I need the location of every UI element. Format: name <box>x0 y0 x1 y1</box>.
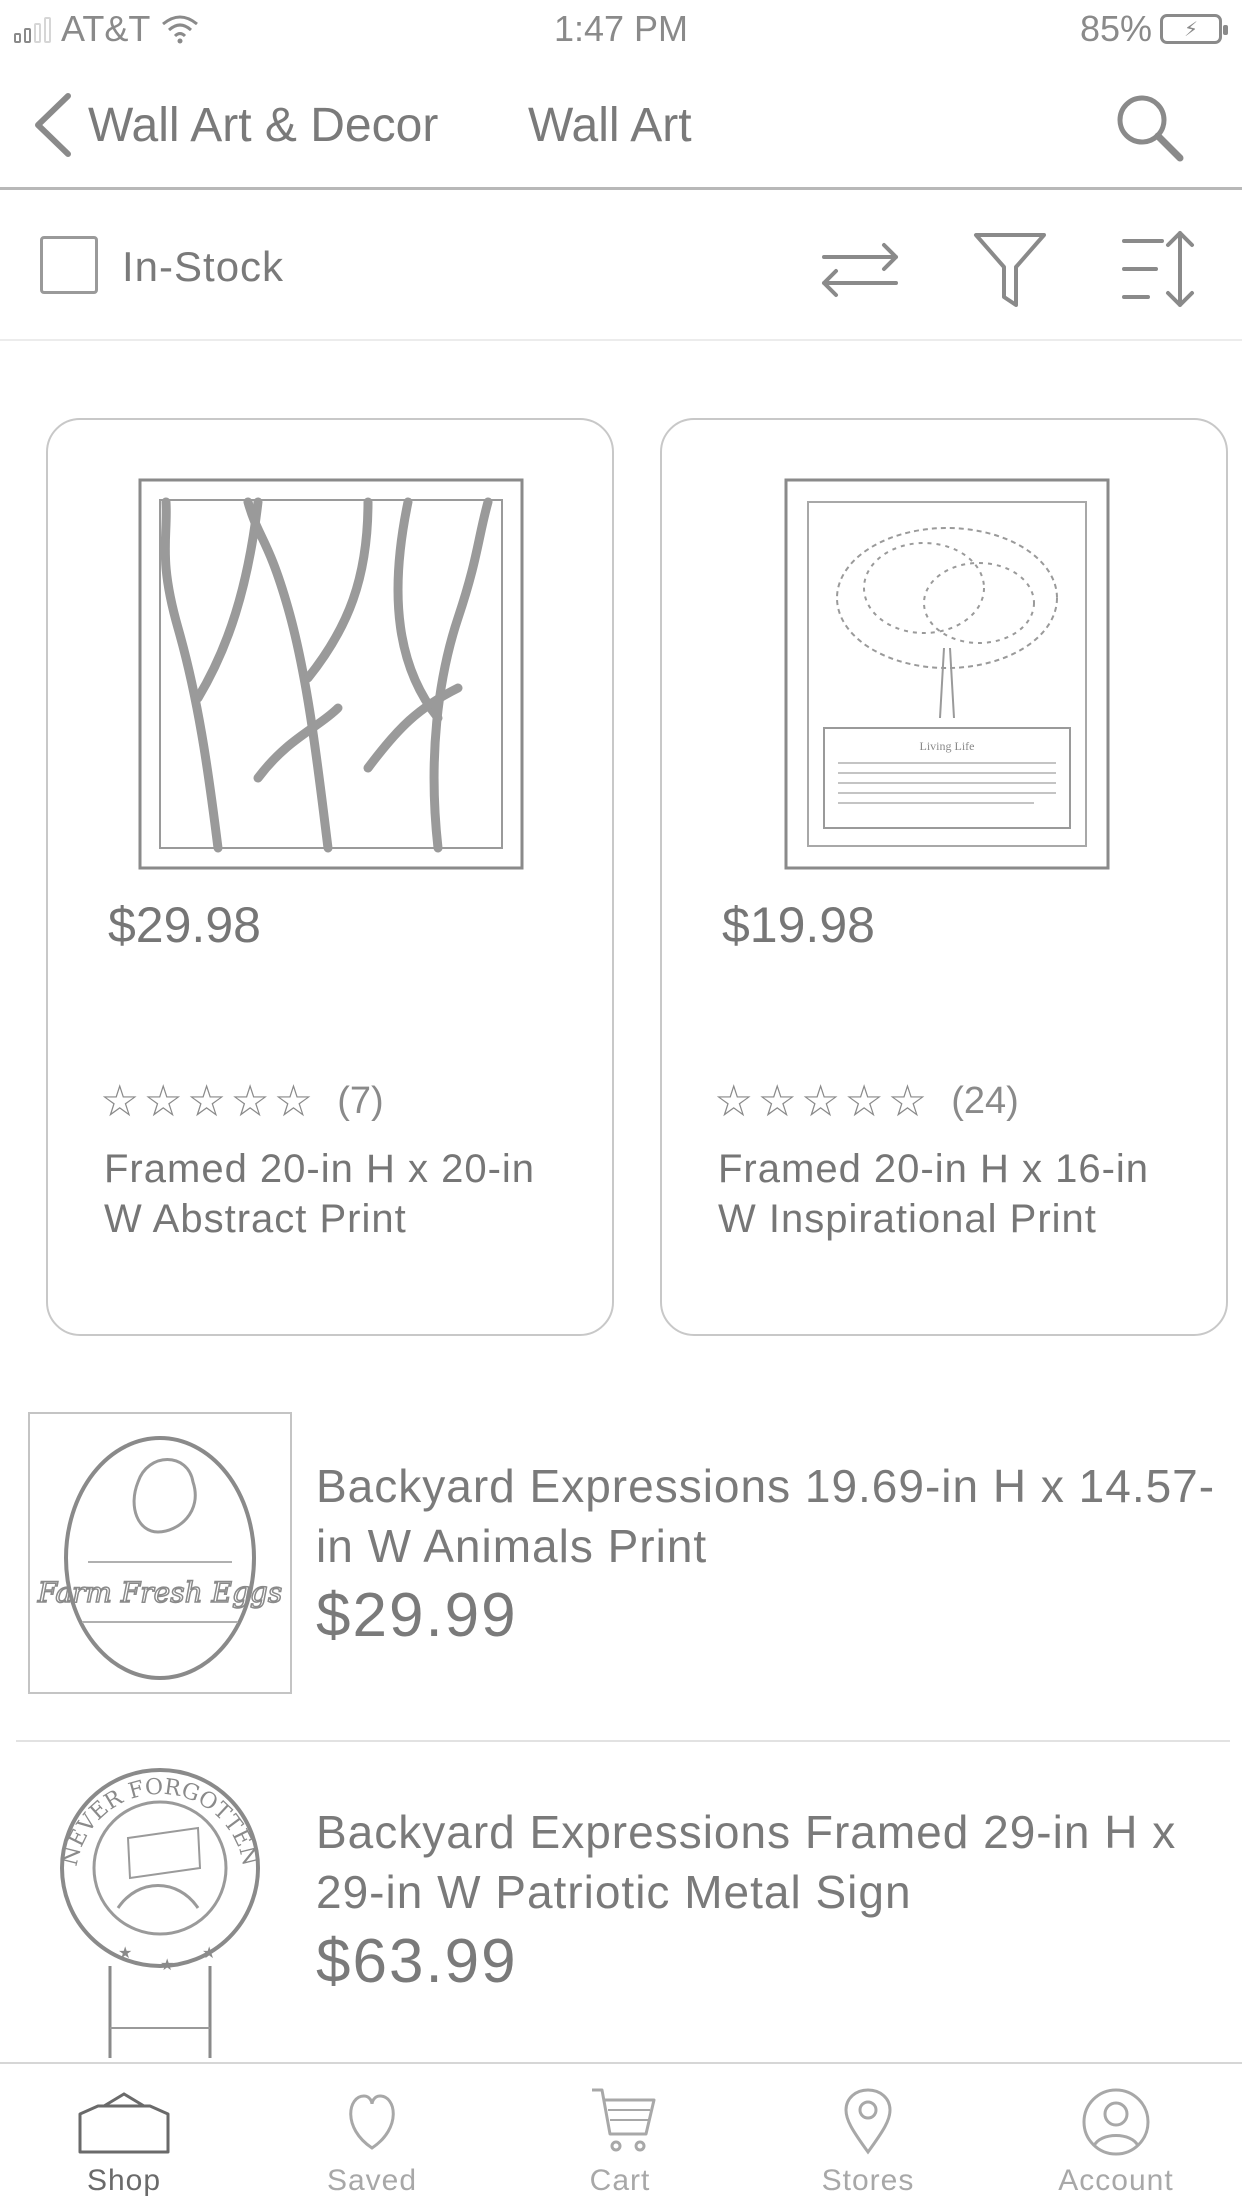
tab-label: Saved <box>326 2164 418 2197</box>
print-heading-text: Living Life <box>920 739 975 753</box>
sort-icon[interactable] <box>1118 227 1202 311</box>
tab-label: Stores <box>821 2164 915 2197</box>
product-price: $19.98 <box>722 897 875 953</box>
in-stock-label[interactable]: In-Stock <box>122 243 284 291</box>
breadcrumb-parent[interactable]: Wall Art & Decor <box>88 98 438 153</box>
status-time: 1:47 PM <box>553 8 689 49</box>
product-title[interactable]: Backyard Expressions 19.69-in H x 14.57-… <box>316 1456 1216 1576</box>
cart-icon <box>592 2088 656 2152</box>
product-card[interactable]: $29.98 ☆☆☆☆☆ (7) Framed 20-in H x 20-in … <box>46 418 614 1336</box>
sign-arc-text: NEVER FORGOTTEN <box>58 1775 263 1869</box>
shop-icon <box>78 2092 170 2154</box>
tab-label: Cart <box>589 2164 651 2197</box>
svg-text:★: ★ <box>160 1957 174 1974</box>
rating-count: (7) <box>337 1080 384 1122</box>
status-right: 85% ⚡ <box>1079 8 1228 50</box>
product-title[interactable]: Framed 20-in H x 20-in W Abstract Print <box>104 1144 574 1244</box>
tab-stores[interactable]: Stores <box>744 2064 992 2208</box>
product-image-animals-print[interactable]: Farm Fresh Eggs <box>28 1412 292 1694</box>
svg-text:NEVER FORGOTTEN: NEVER FORGOTTEN <box>58 1775 263 1869</box>
heart-icon <box>349 2094 395 2150</box>
product-price: $29.99 <box>316 1581 518 1650</box>
list-item[interactable]: NEVER FORGOTTEN ★ ★ ★ Backyard Expressio… <box>16 1744 1230 2062</box>
tab-label: Account <box>1058 2164 1174 2197</box>
product-price: $63.99 <box>316 1927 518 1996</box>
battery-percent: 85% <box>1079 8 1152 49</box>
svg-text:★: ★ <box>118 1945 132 1962</box>
back-chevron-icon[interactable] <box>28 90 88 160</box>
rating-stars: ☆☆☆☆☆ <box>100 1077 318 1126</box>
svg-text:★: ★ <box>202 1945 216 1962</box>
tab-saved[interactable]: Saved <box>248 2064 496 2208</box>
tab-label: Shop <box>86 2164 162 2197</box>
filter-bar: In-Stock <box>0 193 1242 341</box>
product-rating: ☆☆☆☆☆ (7) <box>100 1076 384 1127</box>
list-item[interactable]: Farm Fresh Eggs Backyard Expressions 19.… <box>16 1392 1230 1742</box>
product-card[interactable]: Living Life $19.98 ☆☆☆☆☆ (24) Framed 20-… <box>660 418 1228 1336</box>
product-rating: ☆☆☆☆☆ (24) <box>714 1076 1019 1127</box>
search-icon[interactable] <box>1110 88 1186 164</box>
rating-count: (24) <box>951 1080 1019 1122</box>
product-image-inspirational-print[interactable]: Living Life <box>784 478 1110 870</box>
rating-stars: ☆☆☆☆☆ <box>714 1077 932 1126</box>
product-title[interactable]: Backyard Expressions Framed 29-in H x 29… <box>316 1802 1216 1922</box>
product-price: $29.98 <box>108 897 261 953</box>
product-image-abstract-print[interactable] <box>138 478 524 870</box>
product-image-patriotic-sign[interactable]: NEVER FORGOTTEN ★ ★ ★ <box>28 1758 292 2058</box>
tab-account[interactable]: Account <box>992 2064 1240 2208</box>
bottom-tab-bar: Shop Saved Cart Stores Account <box>0 2062 1242 2208</box>
status-bar: AT&T 1:47 PM 85% ⚡ <box>0 0 1242 60</box>
in-stock-checkbox[interactable] <box>40 236 98 294</box>
filter-funnel-icon[interactable] <box>968 227 1052 311</box>
battery-icon: ⚡ <box>1160 14 1228 44</box>
nav-bar: Wall Art & Decor Wall Art <box>0 60 1242 190</box>
location-pin-icon <box>844 2088 892 2155</box>
compare-arrows-icon[interactable] <box>818 227 902 311</box>
print-art-text: Farm Fresh Eggs <box>37 1576 282 1609</box>
tab-cart[interactable]: Cart <box>496 2064 744 2208</box>
product-title[interactable]: Framed 20-in H x 16-in W Inspirational P… <box>718 1144 1188 1244</box>
account-icon <box>1082 2088 1150 2156</box>
page-title: Wall Art <box>528 99 692 152</box>
tab-shop[interactable]: Shop <box>0 2064 248 2208</box>
